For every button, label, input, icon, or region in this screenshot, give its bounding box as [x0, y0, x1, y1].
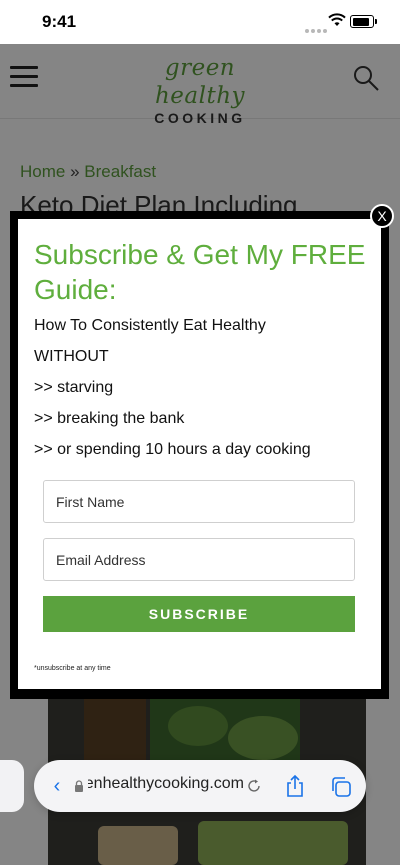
close-icon[interactable]: X	[370, 204, 394, 228]
wifi-icon	[328, 13, 346, 26]
modal-headline: Subscribe & Get My FREE Guide:	[34, 239, 366, 305]
subscribe-button[interactable]: SUBSCRIBE	[43, 596, 355, 632]
previous-tab-preview[interactable]	[0, 760, 24, 812]
status-time: 9:41	[42, 12, 77, 31]
modal-line-4: >> breaking the bank	[34, 410, 185, 427]
url-text[interactable]: greenhealthycooking.com	[88, 775, 244, 793]
battery-icon	[350, 15, 374, 28]
unsubscribe-note: *unsubscribe at any time	[34, 665, 111, 672]
modal-line-3: >> starving	[34, 379, 114, 396]
back-icon[interactable]: ‹	[46, 774, 68, 798]
modal-line-2: WITHOUT	[34, 348, 109, 365]
address-bar[interactable]: ‹ greenhealthycooking.com	[34, 760, 366, 812]
first-name-field[interactable]	[43, 480, 355, 523]
email-field[interactable]	[43, 538, 355, 581]
battery-tip	[375, 19, 377, 24]
reload-icon[interactable]	[246, 778, 262, 794]
signal-icon	[305, 20, 329, 38]
status-bar: 9:41	[0, 0, 400, 44]
modal-content: Subscribe & Get My FREE Guide: How To Co…	[18, 219, 381, 689]
share-icon[interactable]	[284, 774, 306, 798]
modal-line-1: How To Consistently Eat Healthy	[34, 317, 266, 334]
lock-icon	[75, 780, 83, 792]
tabs-icon[interactable]	[330, 776, 352, 798]
subscribe-modal: Subscribe & Get My FREE Guide: How To Co…	[10, 211, 389, 699]
modal-line-5: >> or spending 10 hours a day cooking	[34, 441, 311, 458]
